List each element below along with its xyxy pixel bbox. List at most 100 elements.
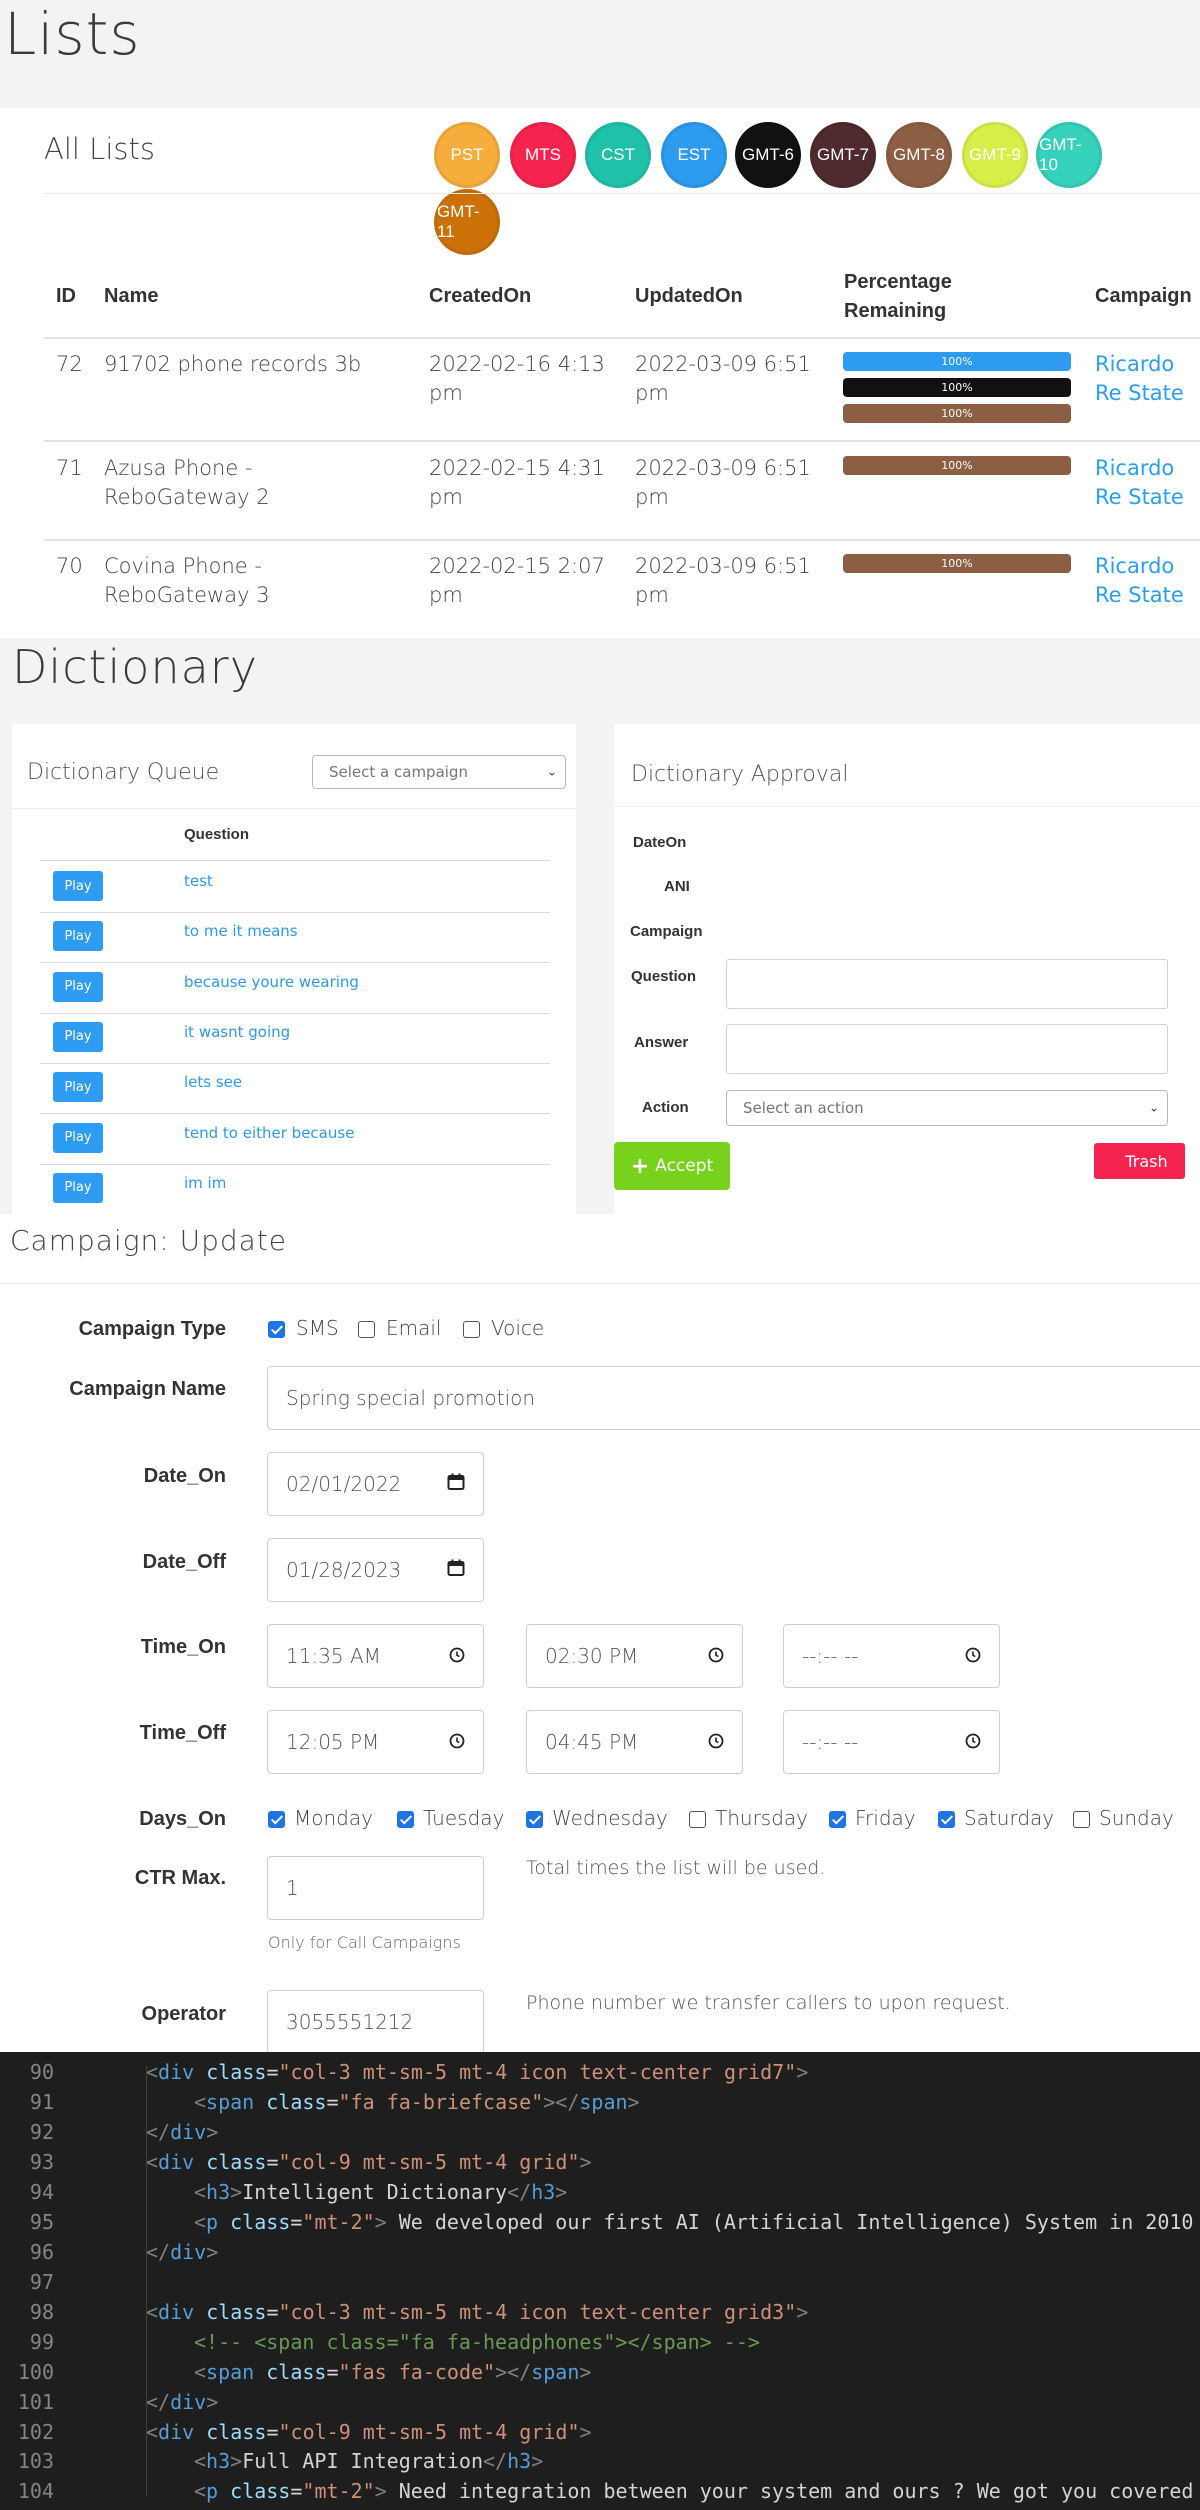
play-button[interactable]: Play xyxy=(53,1021,103,1052)
calendar-icon[interactable] xyxy=(447,1558,465,1582)
line-number: 93 xyxy=(29,2149,54,2174)
date-on-input[interactable]: 02/01/2022 xyxy=(267,1452,484,1516)
date-off-input[interactable]: 01/28/2023 xyxy=(267,1538,484,1602)
operator-input[interactable]: 3055551212 xyxy=(267,1990,484,2054)
question-text[interactable]: to me it means xyxy=(184,922,298,940)
question-input[interactable] xyxy=(726,959,1168,1009)
timezone-filter-gmt-6[interactable]: GMT-6 xyxy=(735,122,801,188)
code-text: <h3>Intelligent Dictionary</h3> xyxy=(194,2179,568,2204)
time-on-input-2[interactable]: 02:30 PM xyxy=(526,1624,743,1688)
code-line: 94 <h3>Intelligent Dictionary</h3> xyxy=(0,2177,1200,2207)
row-created: 2022-02-16 4:13 pm xyxy=(429,352,605,405)
day-checkbox-friday[interactable] xyxy=(829,1811,846,1828)
timezone-filter-cst[interactable]: CST xyxy=(585,122,651,188)
clock-icon[interactable] xyxy=(708,1730,724,1754)
timezone-filter-gmt-7[interactable]: GMT-7 xyxy=(810,122,876,188)
code-line: 97 xyxy=(0,2267,1200,2297)
code-line: 90 <div class="col-3 mt-sm-5 mt-4 icon te… xyxy=(0,2057,1200,2087)
trash-button[interactable]: Trash xyxy=(1094,1143,1185,1179)
time-on-value: 11:35 AM xyxy=(286,1644,381,1668)
campaign-label: Campaign xyxy=(630,923,703,940)
row-name: 91702 phone records 3b xyxy=(104,352,362,376)
clock-icon[interactable] xyxy=(449,1730,465,1754)
code-text: </div> xyxy=(146,2119,219,2144)
timezone-filter-gmt-8[interactable]: GMT-8 xyxy=(886,122,952,188)
col-header-percentage-remaining[interactable]: Percentage Remaining xyxy=(844,268,1014,326)
clock-icon[interactable] xyxy=(449,1644,465,1668)
timezone-filter-gmt-10[interactable]: GMT-10 xyxy=(1036,122,1102,188)
code-line: 96 </div> xyxy=(0,2237,1200,2267)
code-text: </div> xyxy=(146,2389,219,2414)
day-label-friday: Friday xyxy=(855,1806,916,1830)
time-off-input-2[interactable]: 04:45 PM xyxy=(526,1710,743,1774)
ctr-max-label: CTR Max. xyxy=(134,1867,226,1889)
code-text: <span class="fas fa-code"></span> xyxy=(194,2359,592,2384)
time-on-input-3[interactable]: --:-- -- xyxy=(783,1624,1000,1688)
progress-bar: 100% xyxy=(843,404,1071,423)
col-header-id[interactable]: ID xyxy=(56,282,76,311)
action-select[interactable]: Select an action ⌄ xyxy=(726,1090,1168,1126)
line-number: 102 xyxy=(17,2419,54,2444)
time-on-input-1[interactable]: 11:35 AM xyxy=(267,1624,484,1688)
play-button[interactable]: Play xyxy=(53,971,103,1002)
day-label-wednesday: Wednesday xyxy=(552,1806,668,1830)
date-on-label: Date_On xyxy=(143,1465,226,1487)
col-header-campaign[interactable]: Campaign xyxy=(1095,282,1192,311)
campaign-type-checkbox-email[interactable] xyxy=(358,1321,375,1338)
campaign-name-input[interactable]: Spring special promotion xyxy=(267,1366,1200,1430)
answer-input[interactable] xyxy=(726,1024,1168,1074)
question-text[interactable]: it wasnt going xyxy=(184,1023,290,1041)
row-campaign-link[interactable]: Ricardo Re State xyxy=(1095,552,1200,610)
line-number: 104 xyxy=(17,2479,54,2504)
col-header-name[interactable]: Name xyxy=(104,282,158,311)
accept-button[interactable]: + Accept xyxy=(614,1142,730,1190)
row-campaign-link[interactable]: Ricardo Re State xyxy=(1095,350,1200,408)
progress-bar: 100% xyxy=(843,352,1071,371)
row-updated: 2022-03-09 6:51 pm xyxy=(635,352,811,405)
code-text: <h3>Full API Integration</h3> xyxy=(194,2449,544,2474)
timezone-filter-pst[interactable]: PST xyxy=(434,122,500,188)
clock-icon[interactable] xyxy=(965,1730,981,1754)
timezone-filter-gmt-9[interactable]: GMT-9 xyxy=(962,122,1028,188)
campaign-type-label: Campaign Type xyxy=(78,1318,226,1340)
clock-icon[interactable] xyxy=(965,1644,981,1668)
row-campaign-link[interactable]: Ricardo Re State xyxy=(1095,454,1200,512)
calendar-icon[interactable] xyxy=(447,1472,465,1496)
day-checkbox-monday[interactable] xyxy=(268,1811,285,1828)
table-row-divider xyxy=(40,1163,550,1165)
campaign-type-checkbox-voice[interactable] xyxy=(463,1321,480,1338)
day-checkbox-thursday[interactable] xyxy=(689,1811,706,1828)
row-id: 70 xyxy=(56,554,83,578)
campaign-select[interactable]: Select a campaign ⌄ xyxy=(312,755,566,789)
col-header-updatedon[interactable]: UpdatedOn xyxy=(635,282,743,311)
play-button[interactable]: Play xyxy=(53,1172,103,1203)
play-button[interactable]: Play xyxy=(53,1072,103,1103)
code-text: <div class="col-9 mt-sm-5 mt-4 grid"> xyxy=(146,2149,592,2174)
timezone-filter-mts[interactable]: MTS xyxy=(510,122,576,188)
day-checkbox-wednesday[interactable] xyxy=(526,1811,543,1828)
day-checkbox-tuesday[interactable] xyxy=(397,1811,414,1828)
code-line: 103 <h3>Full API Integration</h3> xyxy=(0,2446,1200,2476)
card-divider xyxy=(614,806,1200,807)
clock-icon[interactable] xyxy=(708,1644,724,1668)
time-off-input-1[interactable]: 12:05 PM xyxy=(267,1710,484,1774)
day-checkbox-saturday[interactable] xyxy=(938,1811,955,1828)
campaign-type-checkbox-sms[interactable] xyxy=(268,1321,285,1338)
question-text[interactable]: test xyxy=(184,872,213,890)
ctr-max-input[interactable]: 1 xyxy=(267,1856,484,1920)
line-number: 100 xyxy=(17,2359,54,2384)
col-header-createdon[interactable]: CreatedOn xyxy=(429,282,531,311)
ctr-max-help: Total times the list will be used. xyxy=(526,1857,826,1879)
question-text[interactable]: im im xyxy=(184,1174,226,1192)
question-text[interactable]: because youre wearing xyxy=(184,973,359,991)
play-button[interactable]: Play xyxy=(53,921,103,952)
timezone-filter-gmt-11[interactable]: GMT-11 xyxy=(434,189,500,255)
question-text[interactable]: tend to either because xyxy=(184,1124,354,1142)
timezone-filter-est[interactable]: EST xyxy=(661,122,727,188)
play-button[interactable]: Play xyxy=(53,1122,103,1153)
play-button[interactable]: Play xyxy=(53,871,103,901)
time-off-input-3[interactable]: --:-- -- xyxy=(783,1710,1000,1774)
question-text[interactable]: lets see xyxy=(184,1073,242,1091)
day-checkbox-sunday[interactable] xyxy=(1073,1811,1090,1828)
ani-label: ANI xyxy=(664,878,690,895)
